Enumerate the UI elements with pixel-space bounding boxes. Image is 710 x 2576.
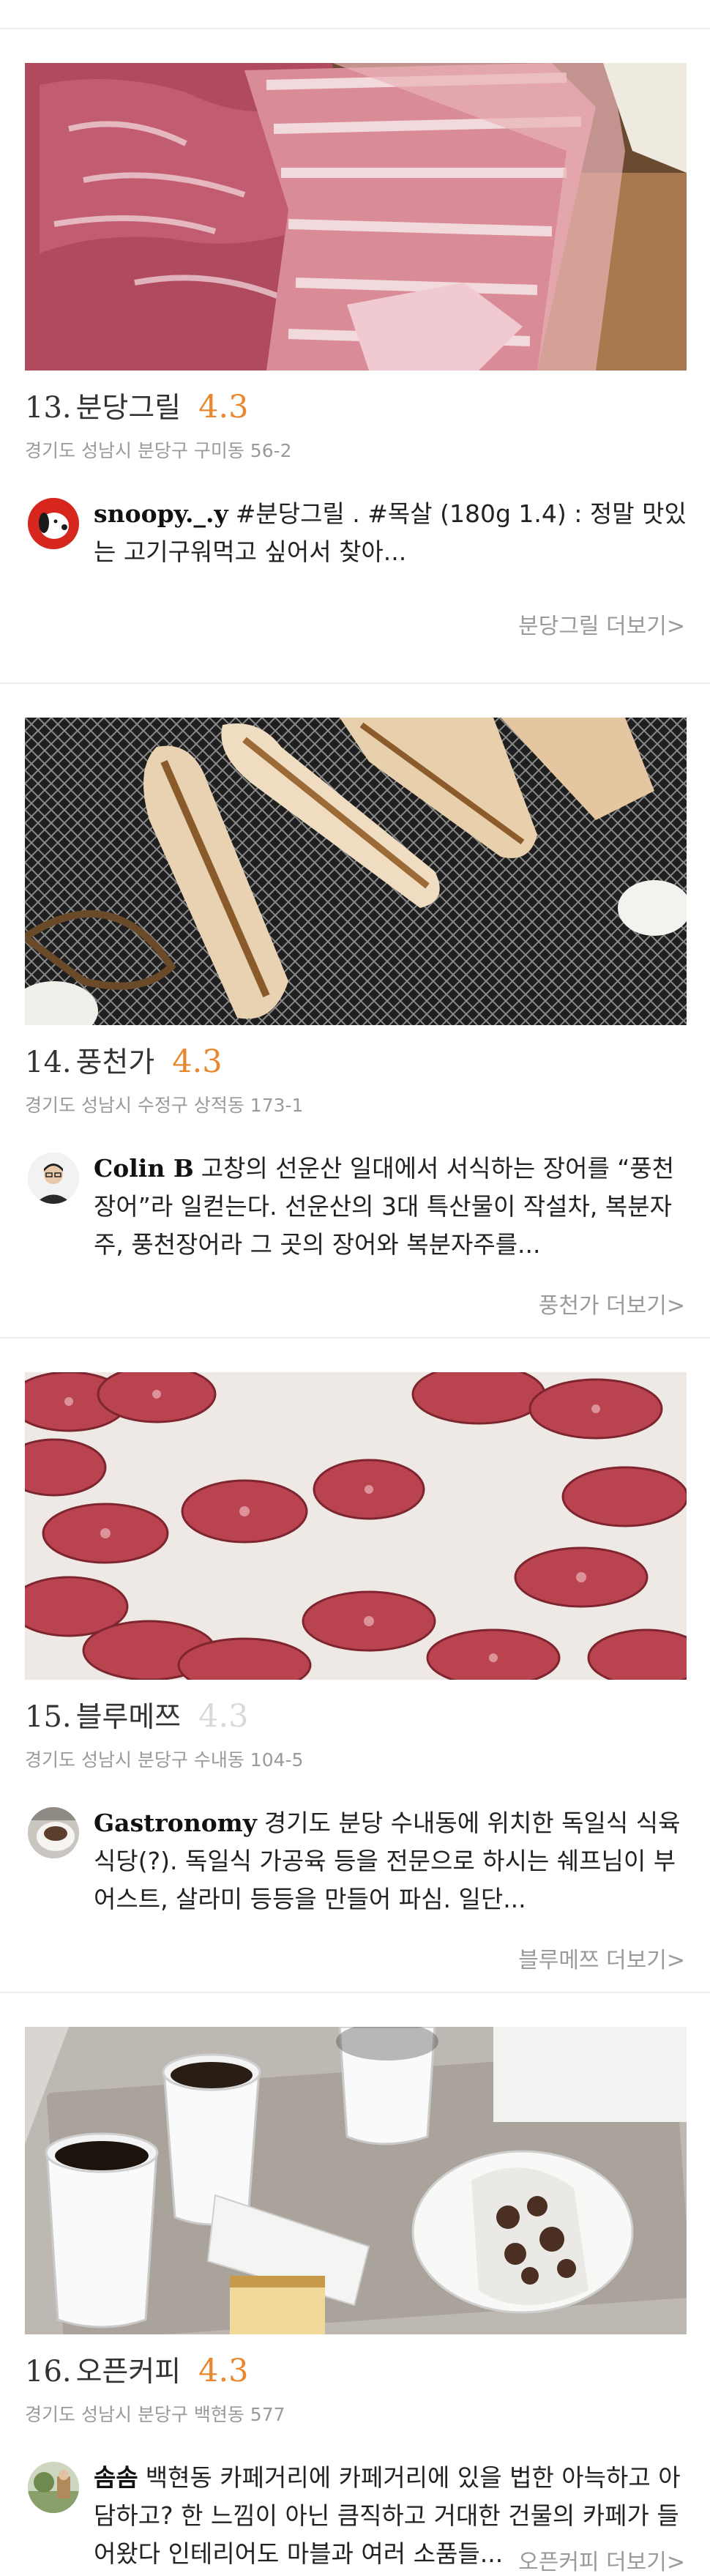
restaurant-card[interactable]: 14. 풍천가 4.3 경기도 성남시 수정구 상적동 173-1 Colin … (0, 684, 710, 1339)
rank-number: 15. (25, 1700, 72, 1734)
more-link[interactable]: 풍천가 더보기> (539, 1287, 685, 1319)
rating-score: 4.3 (198, 2353, 249, 2389)
reviewer-name[interactable]: Gastronomy (94, 1809, 257, 1837)
reviewer-avatar[interactable] (28, 1153, 79, 1204)
restaurant-photo[interactable] (25, 63, 687, 371)
restaurant-address: 경기도 성남시 분당구 백현동 577 (25, 2404, 285, 2425)
restaurant-photo[interactable] (25, 2027, 687, 2334)
rating-score: 4.3 (198, 1698, 249, 1735)
restaurant-photo[interactable] (25, 718, 687, 1025)
salami-photo (25, 1372, 687, 1680)
rating-score: 4.3 (198, 389, 249, 425)
more-link[interactable]: 분당그릴 더보기> (518, 608, 685, 640)
restaurant-title[interactable]: 15. 블루메쯔 4.3 (25, 1694, 249, 1740)
pork-photo (25, 63, 687, 371)
restaurant-address: 경기도 성남시 수정구 상적동 173-1 (25, 1095, 304, 1116)
restaurant-name[interactable]: 분당그릴 (76, 385, 182, 426)
restaurant-name[interactable]: 풍천가 (76, 1040, 155, 1081)
reviewer-name[interactable]: 솜솜 (94, 2463, 138, 2492)
coffee-cup-avatar (28, 1807, 79, 1858)
rating-score: 4.3 (172, 1043, 223, 1080)
eel-photo (25, 718, 687, 1025)
more-link[interactable]: 오픈커피 더보기> (518, 2544, 685, 2576)
restaurant-card[interactable]: 13. 분당그릴 4.3 경기도 성남시 분당구 구미동 56-2 snoopy… (0, 29, 710, 684)
restaurant-address: 경기도 성남시 분당구 수내동 104-5 (25, 1749, 304, 1771)
reviewer-name[interactable]: snoopy._.y (94, 499, 228, 528)
restaurant-title[interactable]: 14. 풍천가 4.3 (25, 1040, 223, 1085)
reviewer-avatar[interactable] (28, 498, 79, 549)
restaurant-title[interactable]: 13. 분당그릴 4.3 (25, 385, 249, 431)
man-avatar (28, 1153, 79, 1204)
reviewer-avatar[interactable] (28, 2462, 79, 2513)
restaurant-name[interactable]: 블루메쯔 (76, 1694, 182, 1735)
review-snippet[interactable]: Colin B 고창의 선운산 일대에서 서식하는 장어를 “풍천장어”라 일컫는… (25, 1150, 687, 1264)
coffee-photo (25, 2027, 687, 2334)
rank-number: 14. (25, 1046, 72, 1079)
rank-number: 16. (25, 2355, 72, 2389)
more-link[interactable]: 블루메쯔 더보기> (518, 1942, 685, 1974)
restaurant-title[interactable]: 16. 오픈커피 4.3 (25, 2349, 249, 2394)
restaurant-card[interactable]: 15. 블루메쯔 4.3 경기도 성남시 분당구 수내동 104-5 Gastr… (0, 1339, 710, 1993)
park-avatar (28, 2462, 79, 2513)
review-snippet[interactable]: Gastronomy 경기도 분당 수내동에 위치한 독일식 식육식당(?). 독… (25, 1804, 687, 1918)
restaurant-card[interactable]: 16. 오픈커피 4.3 경기도 성남시 분당구 백현동 577 솜솜 백현동 카… (0, 1993, 710, 2575)
restaurant-list: 13. 분당그릴 4.3 경기도 성남시 분당구 구미동 56-2 snoopy… (0, 0, 710, 2575)
restaurant-address: 경기도 성남시 분당구 구미동 56-2 (25, 440, 292, 461)
reviewer-avatar[interactable] (28, 1807, 79, 1858)
snoopy-avatar (28, 498, 79, 549)
rank-number: 13. (25, 391, 72, 425)
top-divider (0, 0, 710, 29)
restaurant-photo[interactable] (25, 1372, 687, 1680)
restaurant-name[interactable]: 오픈커피 (76, 2349, 182, 2390)
review-snippet[interactable]: snoopy._.y #분당그릴 . #목살 (180g 1.4) : 정말 맛있… (25, 495, 687, 571)
reviewer-name[interactable]: Colin B (94, 1154, 194, 1183)
